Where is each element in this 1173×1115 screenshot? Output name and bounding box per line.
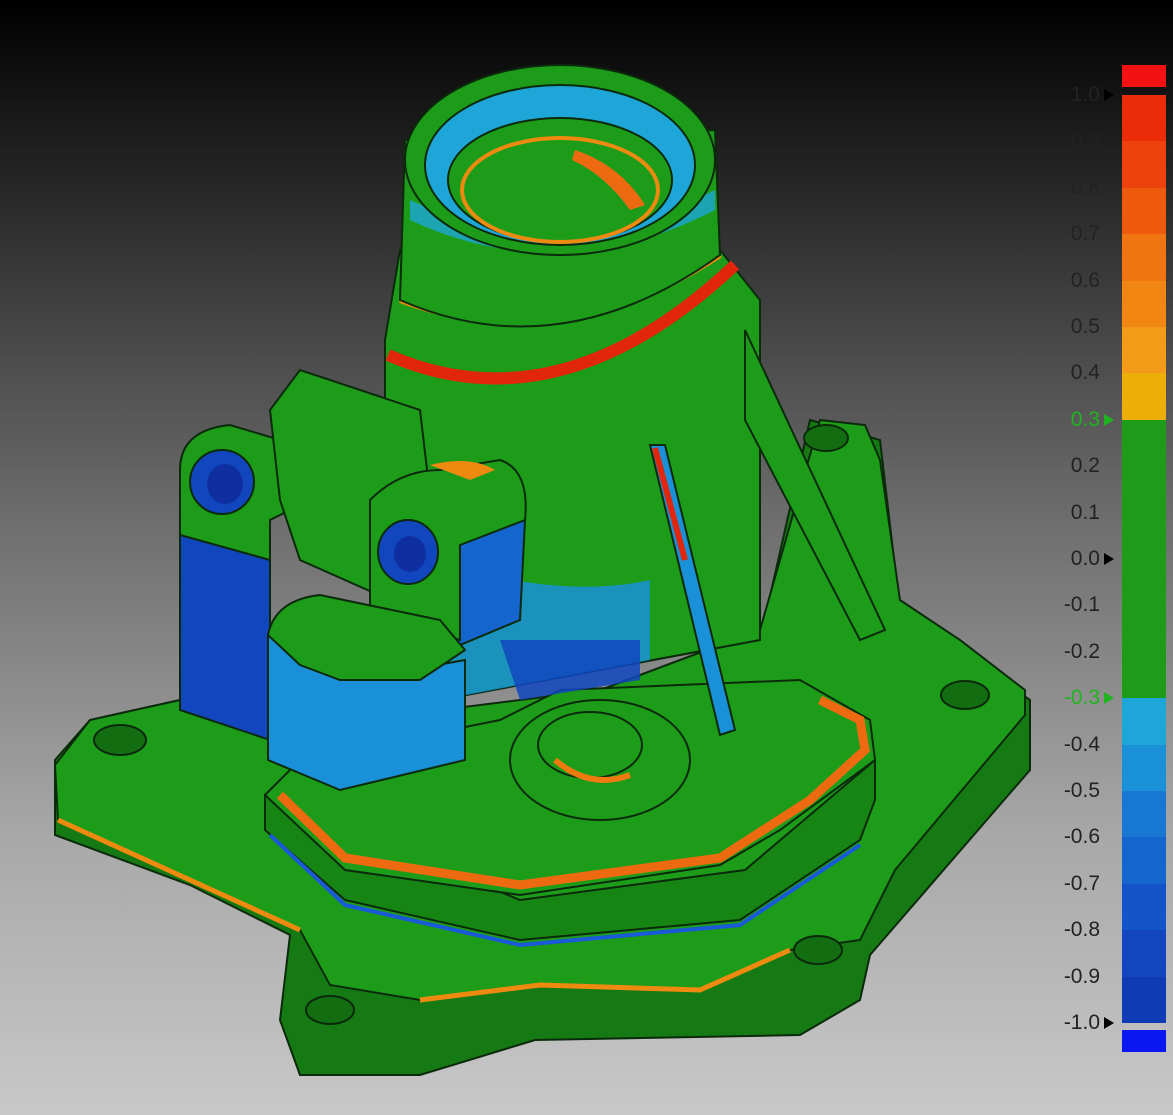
legend-band-swatch xyxy=(1122,837,1166,884)
legend-tick-label: -0.7 xyxy=(1063,871,1100,895)
legend-tick-label: 0.4 xyxy=(1070,361,1100,385)
legend-tick-label: -0.2 xyxy=(1063,639,1100,663)
legend-band-swatch xyxy=(1122,234,1166,281)
legend-tick-label: -0.4 xyxy=(1063,732,1100,756)
mount-hole-bottom-left xyxy=(305,995,355,1025)
mount-hole-top-right xyxy=(803,424,849,452)
legend-tick-label: -0.8 xyxy=(1063,918,1100,942)
legend-band-swatch xyxy=(1122,95,1166,142)
left-lug-hole-inner xyxy=(207,464,243,504)
deviation-color-legend: 1.0 0.9 0.8 0.7 0.6 0.5 0.4 0.3 0.2 0.1 0.0 -0.1 -0.… xyxy=(1040,0,1173,1115)
mount-hole-bottom-right xyxy=(793,935,843,965)
legend-tick-label: -0.5 xyxy=(1063,779,1100,802)
mount-hole-left xyxy=(93,724,147,756)
legend-under-swatch xyxy=(1122,1030,1166,1052)
legend-tick-label: 0.3 xyxy=(1070,407,1100,431)
legend-tick-label: -1.0 xyxy=(1063,1011,1100,1034)
legend-tick-arrow-icon xyxy=(1104,89,1114,101)
legend-tick-label: -0.1 xyxy=(1063,593,1100,617)
legend-over-swatch xyxy=(1122,65,1166,87)
deviation-colored-part[interactable] xyxy=(53,64,1031,1076)
legend-tick-label: 1.0 xyxy=(1070,83,1100,106)
legend-tick-label: -0.9 xyxy=(1063,964,1100,988)
middle-lug-hole-inner xyxy=(394,536,426,572)
legend-tick-label: 0.9 xyxy=(1070,129,1100,153)
legend-band-swatch xyxy=(1122,698,1166,745)
legend-band-swatch xyxy=(1122,280,1166,327)
legend-tick-label: -0.6 xyxy=(1063,825,1100,849)
legend-tick-arrow-icon xyxy=(1104,692,1114,705)
3d-model-viewport[interactable] xyxy=(0,0,1173,1115)
legend-band-swatch xyxy=(1122,373,1166,420)
mount-hole-right xyxy=(940,680,990,710)
legend-tick-label: 0.5 xyxy=(1070,315,1100,338)
legend-tick-arrow-icon xyxy=(1104,1017,1114,1029)
platform-boss-top xyxy=(537,711,643,779)
legend-tick-label: 0.7 xyxy=(1070,222,1100,246)
legend-tick-label: -0.3 xyxy=(1063,686,1100,710)
legend-band-swatch xyxy=(1122,419,1166,699)
legend-band-swatch xyxy=(1122,976,1166,1023)
legend-tick-label: 0.2 xyxy=(1070,454,1100,478)
legend-tick-arrow-icon xyxy=(1104,413,1114,426)
legend-tick-label: 0.6 xyxy=(1070,268,1100,292)
legend-band-swatch xyxy=(1122,744,1166,791)
legend-tick-label: 0.8 xyxy=(1070,175,1100,199)
legend-tick-label: 0.1 xyxy=(1070,500,1100,524)
legend-band-swatch xyxy=(1122,141,1166,188)
legend-band-swatch xyxy=(1122,187,1166,235)
legend-band-swatch xyxy=(1122,791,1166,838)
legend-tick-arrow-icon xyxy=(1104,553,1114,565)
legend-band-swatch xyxy=(1122,930,1166,977)
legend-band-swatch xyxy=(1122,327,1166,374)
legend-tick-label: 0.0 xyxy=(1070,547,1100,570)
legend-band-swatch xyxy=(1122,883,1166,931)
